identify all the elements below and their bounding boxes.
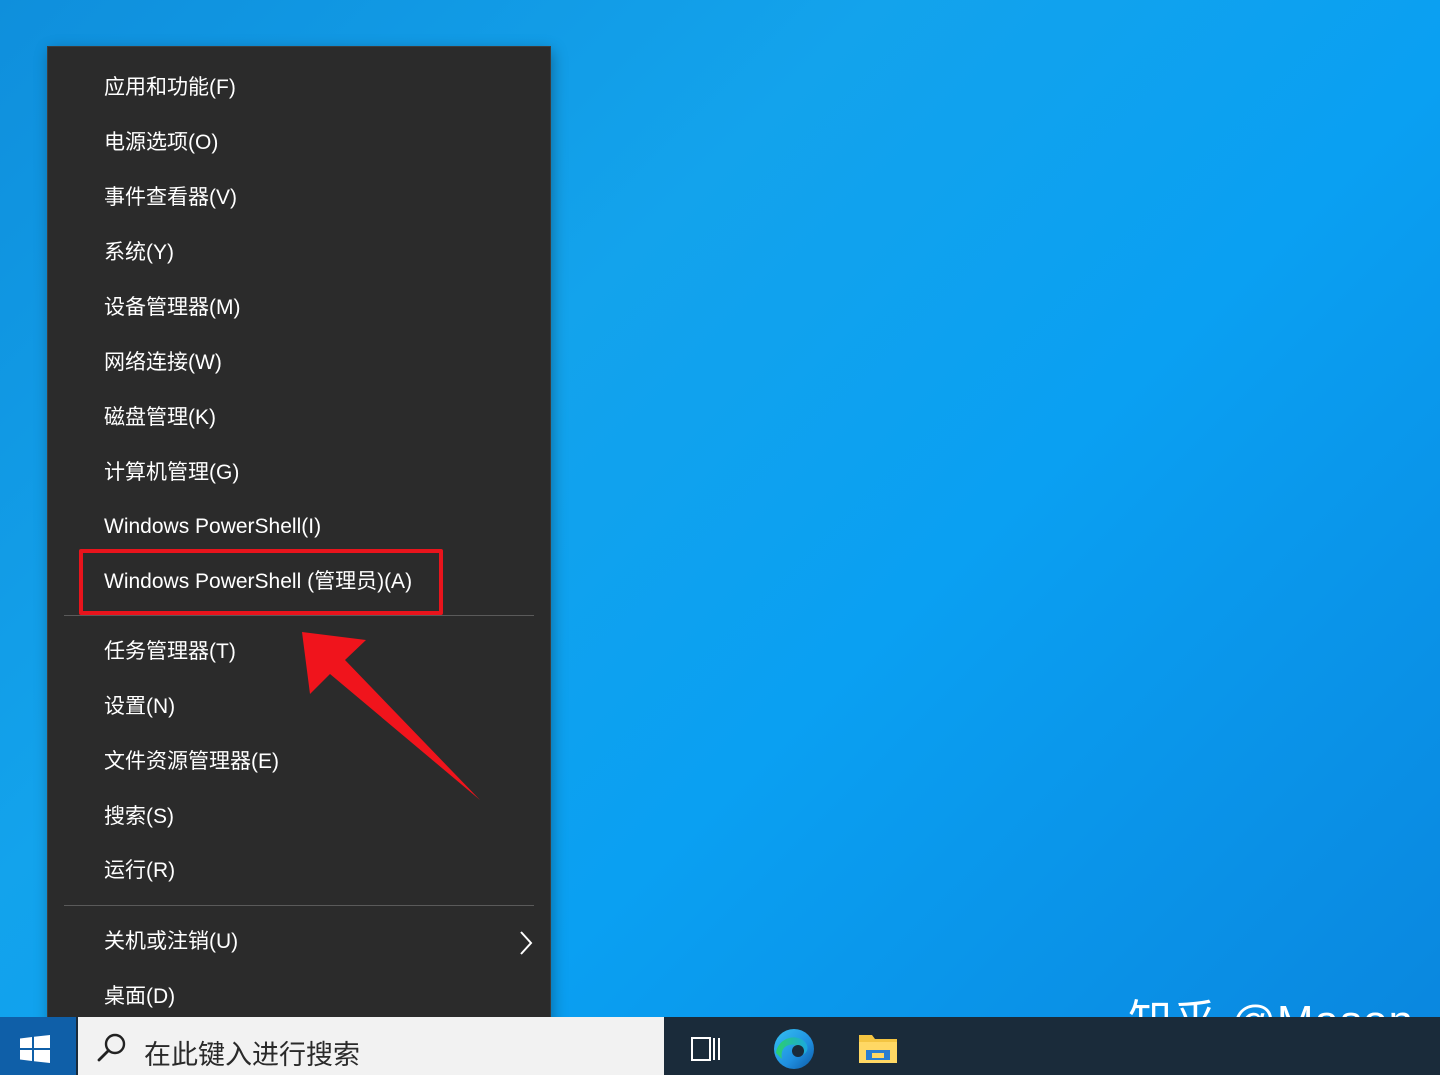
menu-item-run[interactable]: 运行(R) [48, 844, 550, 898]
file-explorer-icon[interactable] [858, 1031, 898, 1070]
menu-item-label: 关机或注销(U) [104, 930, 239, 953]
menu-item-computer-management[interactable]: 计算机管理(G) [48, 446, 550, 500]
taskbar-search-box[interactable]: 在此键入进行搜索 [78, 1017, 664, 1075]
menu-item-network-connections[interactable]: 网络连接(W) [48, 336, 550, 390]
annotation-highlight-box [79, 549, 443, 615]
menu-item-label: 文件资源管理器(E) [104, 750, 279, 773]
windows-start-icon [20, 1035, 50, 1068]
edge-browser-icon[interactable] [772, 1027, 816, 1075]
taskbar: 在此键入进行搜索 [0, 1017, 1440, 1075]
search-icon [96, 1032, 128, 1069]
menu-item-power-options[interactable]: 电源选项(O) [48, 116, 550, 170]
menu-item-event-viewer[interactable]: 事件查看器(V) [48, 171, 550, 225]
menu-item-label: Windows PowerShell(I) [104, 515, 322, 538]
menu-item-label: 系统(Y) [104, 241, 174, 264]
menu-item-search[interactable]: 搜索(S) [48, 790, 550, 844]
menu-item-label: 运行(R) [104, 859, 176, 882]
menu-item-shutdown-signout[interactable]: 关机或注销(U) [48, 915, 550, 969]
menu-item-system[interactable]: 系统(Y) [48, 226, 550, 280]
chevron-right-icon [517, 930, 535, 961]
menu-item-label: 桌面(D) [104, 985, 176, 1008]
menu-item-file-explorer[interactable]: 文件资源管理器(E) [48, 735, 550, 789]
winx-context-menu: 应用和功能(F) 电源选项(O) 事件查看器(V) 系统(Y) 设备管理器(M)… [48, 47, 550, 1036]
menu-item-label: 搜索(S) [104, 805, 174, 828]
menu-item-desktop[interactable]: 桌面(D) [48, 970, 550, 1024]
desktop-background: 应用和功能(F) 电源选项(O) 事件查看器(V) 系统(Y) 设备管理器(M)… [0, 0, 1440, 1075]
search-placeholder: 在此键入进行搜索 [144, 1040, 360, 1070]
menu-item-label: 网络连接(W) [104, 351, 222, 374]
menu-item-device-manager[interactable]: 设备管理器(M) [48, 281, 550, 335]
menu-item-label: 计算机管理(G) [104, 461, 240, 484]
menu-item-label: 事件查看器(V) [104, 186, 237, 209]
menu-item-label: 设置(N) [104, 695, 176, 718]
menu-separator [64, 615, 534, 616]
menu-item-task-manager[interactable]: 任务管理器(T) [48, 625, 550, 679]
menu-item-label: 电源选项(O) [104, 131, 219, 154]
menu-item-apps-features[interactable]: 应用和功能(F) [48, 61, 550, 115]
menu-item-label: 应用和功能(F) [104, 76, 236, 99]
menu-item-settings[interactable]: 设置(N) [48, 680, 550, 734]
menu-item-powershell[interactable]: Windows PowerShell(I) [48, 500, 550, 554]
menu-item-label: 设备管理器(M) [104, 296, 241, 319]
menu-separator [64, 905, 534, 906]
menu-item-disk-management[interactable]: 磁盘管理(K) [48, 391, 550, 445]
start-button[interactable] [0, 1017, 76, 1075]
menu-item-label: 任务管理器(T) [104, 640, 236, 663]
task-view-icon[interactable] [690, 1035, 722, 1068]
menu-item-label: 磁盘管理(K) [104, 406, 216, 429]
